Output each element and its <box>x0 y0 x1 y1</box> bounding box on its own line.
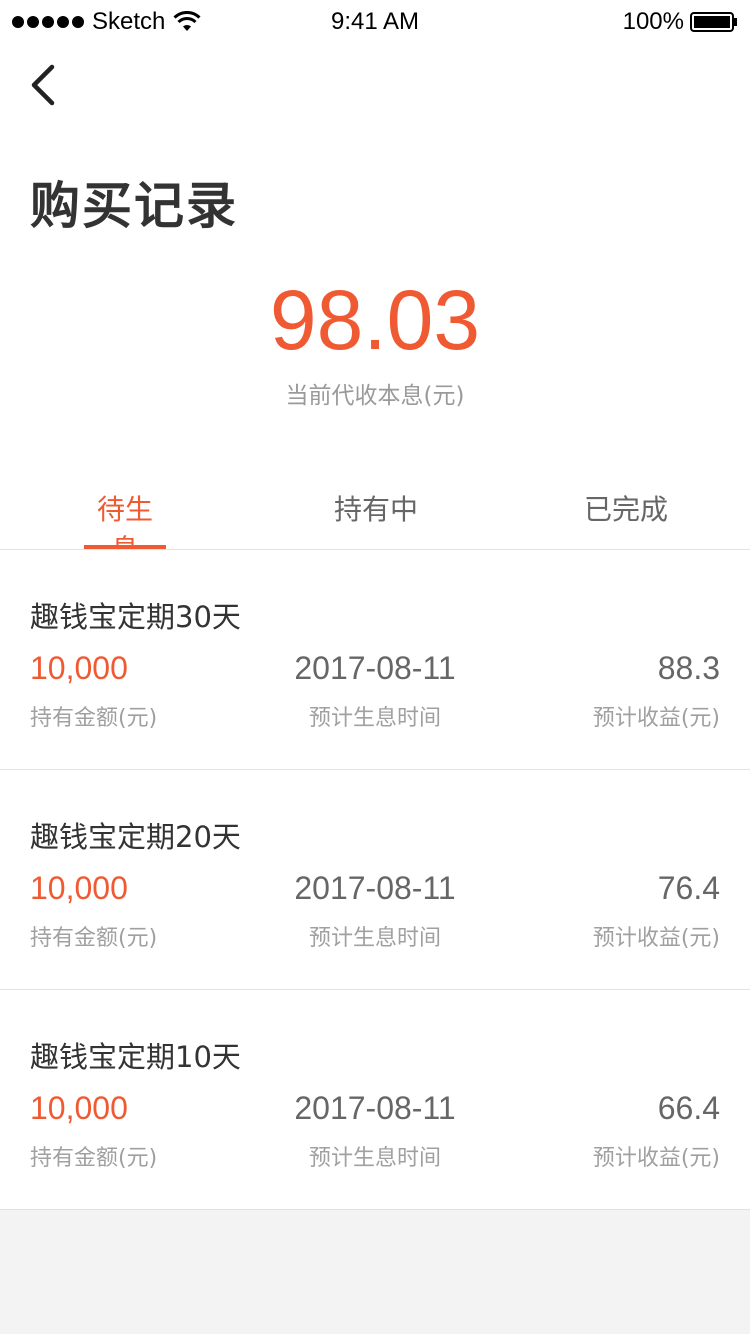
chevron-left-icon <box>31 64 55 106</box>
record-list: 趣钱宝定期30天 10,000 2017-08-11 88.3 持有金额(元) … <box>0 550 750 1210</box>
interest-date: 2017-08-11 <box>294 650 456 686</box>
record-item[interactable]: 趣钱宝定期30天 10,000 2017-08-11 88.3 持有金额(元) … <box>0 550 750 770</box>
record-name: 趣钱宝定期30天 <box>30 600 241 634</box>
pending-amount: 98.03 <box>269 273 481 367</box>
tab-completed[interactable]: 已完成 <box>584 488 668 550</box>
purchase-records-screen: Sketch 9:41 AM 100% 购买记录 98.03 当前代收本息(元) <box>0 0 750 1334</box>
tab-holding[interactable]: 持有中 <box>334 488 418 550</box>
expected-income-label: 预计收益(元) <box>592 706 720 731</box>
battery-percentage: 100% <box>622 8 684 35</box>
status-bar: Sketch 9:41 AM 100% <box>0 0 750 40</box>
record-item[interactable]: 趣钱宝定期20天 10,000 2017-08-11 76.4 持有金额(元) … <box>0 770 750 990</box>
tab-pending-interest[interactable]: 待生息 <box>84 488 166 566</box>
expected-income-label: 预计收益(元) <box>592 926 720 951</box>
expected-income: 88.3 <box>657 650 720 686</box>
pending-amount-label: 当前代收本息(元) <box>285 383 465 409</box>
tab-bar: 待生息 持有中 已完成 <box>0 488 750 566</box>
page-title: 购买记录 <box>30 177 238 235</box>
expected-income-label: 预计收益(元) <box>592 1146 720 1171</box>
expected-income: 76.4 <box>657 870 720 906</box>
expected-income: 66.4 <box>657 1090 720 1126</box>
record-item[interactable]: 趣钱宝定期10天 10,000 2017-08-11 66.4 持有金额(元) … <box>0 990 750 1210</box>
header-area: 购买记录 98.03 当前代收本息(元) 待生息 持有中 已完成 <box>0 40 750 566</box>
record-name: 趣钱宝定期10天 <box>30 1040 241 1074</box>
back-button[interactable] <box>24 60 68 110</box>
interest-date: 2017-08-11 <box>294 1090 456 1126</box>
record-name: 趣钱宝定期20天 <box>30 820 241 854</box>
status-right: 100% <box>623 8 738 36</box>
interest-date: 2017-08-11 <box>294 870 456 906</box>
battery-icon <box>690 12 737 32</box>
